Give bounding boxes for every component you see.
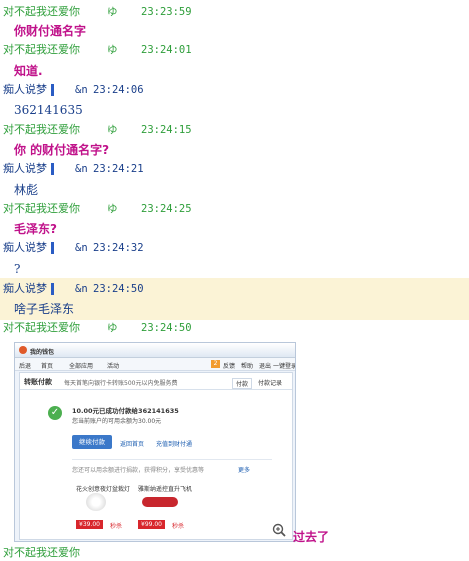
hint-text: 您还可以用余额进行捐款，获得积分，享受优惠等	[72, 467, 205, 474]
timestamp: 23:24:15	[141, 124, 192, 136]
message-text: 啥子毛泽东	[14, 302, 75, 316]
message-header: 痴人说梦 &n 23:24:21	[3, 161, 144, 177]
link-onekey-login[interactable]: 一键登录	[273, 361, 295, 370]
divider	[72, 459, 272, 460]
nav-home[interactable]: 首页	[41, 361, 53, 370]
timestamp: 23:24:32	[93, 242, 144, 254]
tag-icon: &n	[75, 163, 88, 175]
message-text: 你 的财付通名字?	[14, 143, 110, 157]
section-title: 转账付款	[24, 378, 52, 386]
tab-pay[interactable]: 付款	[232, 378, 253, 389]
wallet-logo-icon	[19, 346, 27, 354]
wallet-title: 我的钱包	[30, 349, 55, 356]
notice-text: 每天首笔向银行卡转账500元以内免服务费	[64, 380, 178, 387]
message-header: 对不起我还爱你	[3, 545, 80, 561]
wallet-panel: 转账付款 每天首笔向银行卡转账500元以内免服务费 付款 付款记录 ✓ 10.0…	[19, 372, 293, 540]
tag-icon: &n	[75, 84, 88, 96]
nav-all-apps[interactable]: 全部应用	[69, 361, 93, 370]
message-header: 对不起我还爱你 ゆ 23:24:01	[3, 42, 192, 58]
wallet-titlebar: 我的钱包	[15, 343, 295, 358]
sender-name: 对不起我还爱你	[3, 321, 80, 334]
status-icon: ゆ	[107, 44, 118, 56]
timestamp: 23:24:50	[93, 283, 144, 295]
status-icon: ゆ	[107, 124, 118, 136]
message-text: 你财付通名字	[14, 24, 87, 38]
message-header: 痴人说梦 &n 23:24:06	[3, 82, 144, 98]
sender-name: 对不起我还爱你	[3, 202, 80, 215]
message-header: 对不起我还爱你 ゆ 23:24:25	[3, 201, 192, 217]
zoom-in-icon[interactable]	[272, 523, 286, 537]
message-text: 362141635	[14, 103, 83, 117]
timestamp: 23:24:25	[141, 203, 192, 215]
product-price: ¥39.00	[76, 520, 103, 529]
message-header: 痴人说梦 &n 23:24:32	[3, 240, 144, 256]
product-name[interactable]: 花火创意夜灯盆栽灯	[76, 484, 130, 493]
sender-name: 痴人说梦	[3, 162, 47, 175]
signal-icon	[51, 84, 54, 96]
message-text: ?	[14, 262, 21, 276]
timestamp: 23:23:59	[141, 6, 192, 18]
message-text: 林彪	[14, 183, 39, 197]
sender-name: 痴人说梦	[3, 282, 47, 295]
sender-name: 对不起我还爱你	[3, 5, 80, 18]
signal-icon	[51, 242, 54, 254]
timestamp: 23:24:21	[93, 163, 144, 175]
divider	[20, 389, 292, 390]
recharge-link[interactable]: 充值到财付通	[156, 439, 192, 448]
nav-activity[interactable]: 活动	[107, 361, 119, 370]
sender-name: 痴人说梦	[3, 83, 47, 96]
tag-icon: &n	[75, 283, 88, 295]
screenshot-image[interactable]: 我的钱包 后退 首页 全部应用 活动 2 反馈 帮助 退出 一键登录 转账付款 …	[14, 342, 296, 542]
message-header: 对不起我还爱你 ゆ 23:23:59	[3, 4, 192, 20]
success-title: 10.00元已成功付款给362141635	[72, 407, 179, 415]
product-price: ¥99.00	[138, 520, 165, 529]
timestamp: 23:24:50	[141, 322, 192, 334]
timestamp: 23:24:06	[93, 84, 144, 96]
timestamp: 23:24:01	[141, 44, 192, 56]
tab-pay-records[interactable]: 付款记录	[258, 378, 282, 387]
message-header: 对不起我还爱你 ゆ 23:24:50	[3, 320, 192, 336]
sender-name: 痴人说梦	[3, 241, 47, 254]
signal-icon	[51, 283, 54, 295]
status-icon: ゆ	[107, 6, 118, 18]
continue-pay-button[interactable]: 继续付款	[72, 435, 112, 449]
product-name[interactable]: 雅斯纳遥控直升飞机	[138, 484, 192, 493]
status-icon: ゆ	[107, 322, 118, 334]
product-image[interactable]	[142, 497, 178, 507]
sender-name: 对不起我还爱你	[3, 123, 80, 136]
message-text: 毛泽东?	[14, 222, 57, 236]
wallet-navbar: 后退 首页 全部应用 活动 2 反馈 帮助 退出 一键登录	[15, 358, 295, 371]
notification-badge: 2	[211, 360, 220, 368]
flash-sale-tag[interactable]: 秒杀	[110, 521, 122, 530]
success-subtitle: 您当前账户的可用余额为30.00元	[72, 418, 162, 425]
sender-name: 对不起我还爱你	[3, 43, 80, 56]
sender-name: 对不起我还爱你	[3, 546, 80, 559]
link-feedback[interactable]: 反馈	[223, 361, 235, 370]
link-logout[interactable]: 退出	[259, 361, 271, 370]
more-link[interactable]: 更多	[238, 465, 250, 474]
nav-back[interactable]: 后退	[19, 361, 31, 370]
success-check-icon: ✓	[48, 406, 62, 420]
message-text: 过去了	[293, 530, 330, 544]
back-home-link[interactable]: 返回首页	[120, 439, 144, 448]
status-icon: ゆ	[107, 203, 118, 215]
message-header: 对不起我还爱你 ゆ 23:24:15	[3, 122, 192, 138]
link-help[interactable]: 帮助	[241, 361, 253, 370]
message-header: 痴人说梦 &n 23:24:50	[3, 281, 144, 297]
tag-icon: &n	[75, 242, 88, 254]
signal-icon	[51, 163, 54, 175]
product-image[interactable]	[86, 493, 106, 511]
message-text: 知道.	[14, 64, 43, 78]
flash-sale-tag[interactable]: 秒杀	[172, 521, 184, 530]
